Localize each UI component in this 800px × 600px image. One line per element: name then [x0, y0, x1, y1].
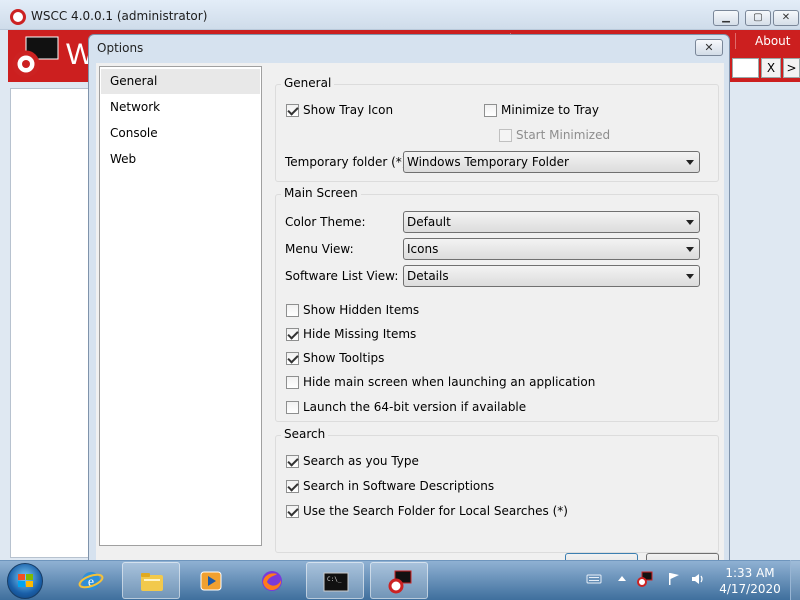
terminal-icon: C:\_: [323, 572, 349, 592]
main-screen-group-legend: Main Screen: [281, 186, 361, 200]
checkbox-label: Use the Search Folder for Local Searches…: [303, 504, 568, 518]
lifebuoy-icon: [10, 9, 26, 25]
wscc-app-icon: [388, 570, 412, 594]
main-window-title: WSCC 4.0.0.1 (administrator): [31, 9, 208, 23]
firefox-icon: [262, 571, 282, 591]
about-link[interactable]: About: [755, 34, 790, 48]
checkbox-box[interactable]: [286, 479, 299, 493]
search-as-you-type-checkbox[interactable]: Search as you Type: [286, 453, 419, 469]
checkbox-label: Show Tray Icon: [303, 103, 394, 117]
checkbox-label: Show Tooltips: [303, 351, 385, 365]
start-button[interactable]: [7, 563, 43, 599]
chevron-down-icon: [686, 274, 694, 279]
hide-main-screen-checkbox[interactable]: Hide main screen when launching an appli…: [286, 374, 595, 390]
search-descriptions-checkbox[interactable]: Search in Software Descriptions: [286, 478, 494, 494]
select-value: Default: [407, 215, 451, 229]
svg-text:C:\_: C:\_: [327, 576, 342, 583]
options-dialog: Options ✕ General Network Console Web Ge…: [88, 34, 730, 565]
chevron-down-icon: [686, 247, 694, 252]
select-value: Windows Temporary Folder: [407, 155, 569, 169]
taskbar-media-player[interactable]: [182, 562, 240, 599]
menu-view-label: Menu View:: [285, 242, 354, 256]
show-desktop-button[interactable]: [790, 560, 800, 600]
menu-view-select[interactable]: Icons: [403, 238, 700, 260]
header-search-input[interactable]: [732, 58, 759, 78]
checkbox-box[interactable]: [286, 400, 299, 414]
wscc-tray-icon[interactable]: [637, 571, 653, 587]
checkbox-box[interactable]: [286, 454, 299, 468]
search-clear-button[interactable]: X: [761, 58, 781, 78]
dialog-close-button[interactable]: ✕: [695, 39, 723, 56]
internet-explorer-icon: e: [78, 572, 104, 590]
checkbox-label: Show Hidden Items: [303, 303, 420, 317]
checkbox-label: Launch the 64-bit version if available: [303, 400, 527, 414]
checkbox-box[interactable]: [286, 351, 299, 365]
close-button[interactable]: ✕: [773, 10, 799, 26]
checkbox-box[interactable]: [484, 103, 497, 117]
wscc-logo-icon: [12, 36, 59, 78]
start-minimized-checkbox[interactable]: Start Minimized: [499, 127, 610, 143]
show-hidden-items-checkbox[interactable]: Show Hidden Items: [286, 302, 419, 318]
checkbox-label: Hide Missing Items: [303, 327, 417, 341]
search-next-button[interactable]: >: [783, 58, 800, 78]
search-group-legend: Search: [281, 427, 329, 441]
show-tray-icon-checkbox[interactable]: Show Tray Icon: [286, 102, 393, 118]
hide-missing-items-checkbox[interactable]: Hide Missing Items: [286, 326, 416, 342]
nav-item-console[interactable]: Console: [101, 121, 260, 146]
checkbox-box[interactable]: [286, 375, 299, 389]
color-theme-label: Color Theme:: [285, 215, 366, 229]
software-list-view-label: Software List View:: [285, 269, 399, 283]
checkbox-box[interactable]: [286, 327, 299, 341]
minimize-button[interactable]: ▁: [713, 10, 739, 26]
checkbox-label: Hide main screen when launching an appli…: [303, 375, 596, 389]
checkbox-box[interactable]: [286, 303, 299, 317]
action-center-flag-icon[interactable]: [666, 571, 682, 587]
options-category-list: General Network Console Web: [99, 66, 262, 546]
media-player-icon: [200, 571, 222, 591]
nav-item-general[interactable]: General: [101, 69, 260, 94]
checkbox-box[interactable]: [286, 103, 299, 117]
dialog-titlebar[interactable]: Options ✕: [89, 35, 729, 63]
chevron-down-icon: [686, 160, 694, 165]
taskbar-wscc[interactable]: [370, 562, 428, 599]
temp-folder-select[interactable]: Windows Temporary Folder: [403, 151, 700, 173]
checkbox-box[interactable]: [499, 128, 512, 142]
chevron-down-icon: [686, 220, 694, 225]
keyboard-icon[interactable]: [586, 571, 602, 587]
show-tooltips-checkbox[interactable]: Show Tooltips: [286, 350, 384, 366]
nav-item-web[interactable]: Web: [101, 147, 260, 172]
software-list-view-select[interactable]: Details: [403, 265, 700, 287]
dialog-title: Options: [97, 41, 144, 55]
main-body-panel: [10, 88, 90, 558]
minimize-to-tray-checkbox[interactable]: Minimize to Tray: [484, 102, 599, 118]
show-hidden-icons-icon[interactable]: [614, 571, 630, 587]
maximize-button[interactable]: ▢: [745, 10, 771, 26]
clock-date: 4/17/2020: [719, 582, 781, 596]
nav-item-network[interactable]: Network: [101, 95, 260, 120]
windows-logo-icon: [18, 574, 33, 587]
color-theme-select[interactable]: Default: [403, 211, 700, 233]
taskbar-internet-explorer[interactable]: e: [62, 562, 120, 599]
launch-64bit-checkbox[interactable]: Launch the 64-bit version if available: [286, 399, 526, 415]
taskbar-command-prompt[interactable]: C:\_: [306, 562, 364, 599]
select-value: Details: [407, 269, 449, 283]
checkbox-box[interactable]: [286, 504, 299, 518]
checkbox-label: Minimize to Tray: [501, 103, 599, 117]
main-titlebar[interactable]: WSCC 4.0.0.1 (administrator) ▁ ▢ ✕: [0, 0, 800, 30]
use-search-folder-checkbox[interactable]: Use the Search Folder for Local Searches…: [286, 503, 568, 519]
checkbox-label: Search in Software Descriptions: [303, 479, 495, 493]
volume-icon[interactable]: [690, 571, 706, 587]
taskbar-file-explorer[interactable]: [122, 562, 180, 599]
clock-time: 1:33 AM: [725, 566, 775, 580]
select-value: Icons: [407, 242, 439, 256]
checkbox-label: Start Minimized: [516, 128, 611, 142]
checkbox-label: Search as you Type: [303, 454, 419, 468]
taskbar-clock[interactable]: 1:33 AM 4/17/2020: [715, 565, 785, 597]
taskbar-firefox[interactable]: [243, 562, 301, 599]
temp-folder-label: Temporary folder (*):: [285, 155, 411, 169]
dialog-client-area: General Network Console Web General Show…: [96, 63, 724, 563]
folder-icon: [141, 573, 163, 591]
general-group-legend: General: [281, 76, 335, 90]
